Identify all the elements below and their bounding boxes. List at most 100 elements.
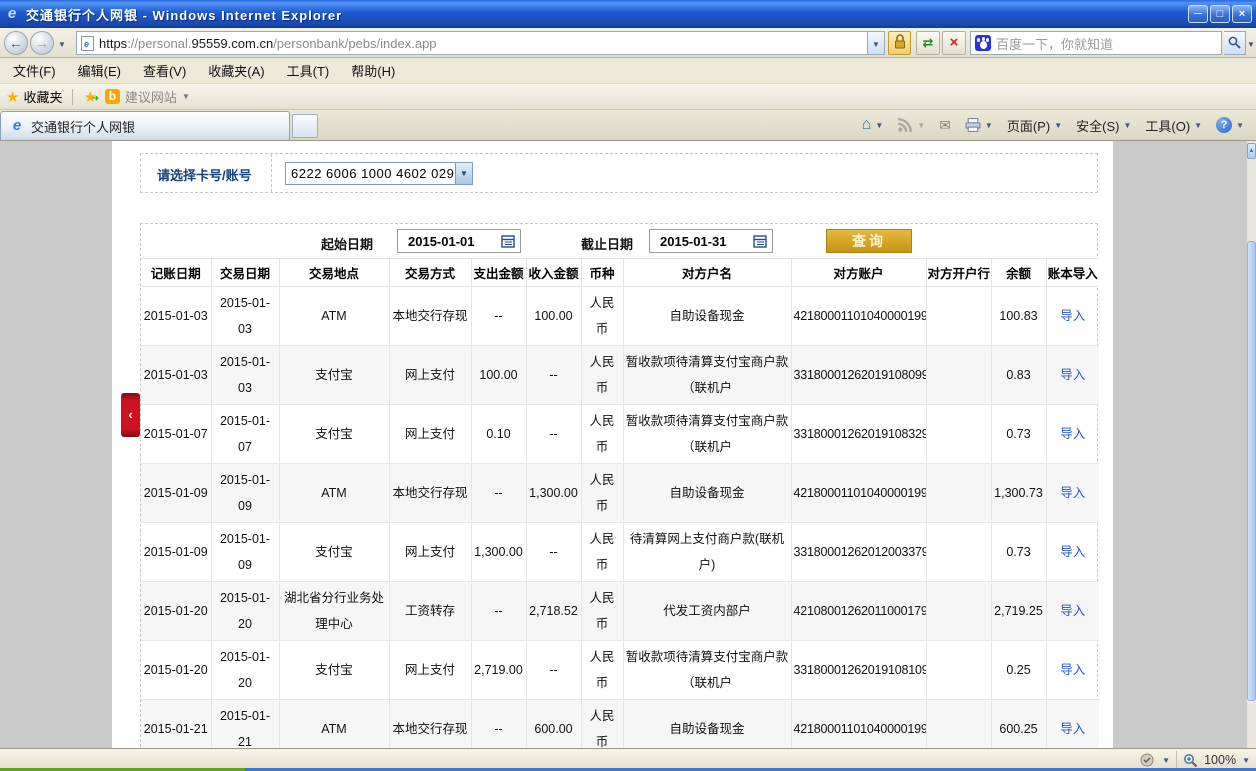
import-link[interactable]: 导入 xyxy=(1060,486,1085,500)
cell-payee: 暂收款项待清算支付宝商户款 （联机户 xyxy=(623,346,791,405)
cell-income: 100.00 xyxy=(526,287,581,346)
vertical-scrollbar[interactable]: ▲ xyxy=(1247,141,1256,749)
cell-import[interactable]: 导入 xyxy=(1046,523,1099,582)
zone-dropdown-icon[interactable]: ▼ xyxy=(1162,756,1170,765)
cell-balance: 0.73 xyxy=(991,405,1046,464)
cell-expense: 0.10 xyxy=(471,405,526,464)
sidebar-collapse-handle[interactable]: ‹ xyxy=(121,393,140,437)
suggested-sites-dropdown-icon[interactable]: ▼ xyxy=(182,92,190,101)
cell-income: -- xyxy=(526,641,581,700)
cell-method: 网上支付 xyxy=(389,405,471,464)
feeds-button[interactable]: ▼ xyxy=(893,115,929,135)
start-date-label: 起始日期 xyxy=(321,234,373,253)
cell-income: -- xyxy=(526,346,581,405)
calendar-icon[interactable] xyxy=(501,234,515,248)
search-button[interactable] xyxy=(1224,31,1246,55)
url-path: /personbank/pebs/index.app xyxy=(273,36,436,51)
menu-bar: 文件(F)编辑(E)查看(V)收藏夹(A)工具(T)帮助(H) xyxy=(0,58,1256,84)
url-dropdown-icon[interactable]: ▼ xyxy=(868,31,885,55)
command-bar: ⌂▼ ▼ ✉ ▼ 页面(P)▼ 安全(S)▼ 工具(O)▼ ?▼ xyxy=(858,113,1248,137)
page-icon: e xyxy=(81,36,94,51)
cell-place: 支付宝 xyxy=(279,405,389,464)
cell-account: 331800012620120033799 xyxy=(791,523,926,582)
cell-currency: 人民币 xyxy=(581,287,623,346)
ssl-lock-icon[interactable] xyxy=(888,31,911,55)
status-right-cluster: ▼ 100% ▼ xyxy=(1140,751,1250,769)
ie-app-icon: e xyxy=(4,6,20,22)
tab-favicon: e xyxy=(9,118,25,134)
cell-trade-date: 2015-01-09 xyxy=(211,523,279,582)
cell-import[interactable]: 导入 xyxy=(1046,464,1099,523)
tools-menu[interactable]: 工具(O)▼ xyxy=(1141,114,1206,137)
calendar-icon[interactable] xyxy=(753,234,767,248)
security-menu[interactable]: 安全(S)▼ xyxy=(1072,114,1135,137)
end-date-input[interactable]: 2015-01-31 xyxy=(649,229,773,253)
cell-trade-date: 2015-01-03 xyxy=(211,346,279,405)
query-button[interactable]: 查询 xyxy=(826,229,912,253)
tab-bank-personal[interactable]: e 交通银行个人网银 xyxy=(0,111,290,140)
menu-item[interactable]: 工具(T) xyxy=(276,58,341,83)
page-menu[interactable]: 页面(P)▼ xyxy=(1003,114,1066,137)
import-link[interactable]: 导入 xyxy=(1060,604,1085,618)
stop-button[interactable]: × xyxy=(942,31,966,55)
cell-balance: 1,300.73 xyxy=(991,464,1046,523)
zoom-level: 100% xyxy=(1204,753,1236,767)
cell-import[interactable]: 导入 xyxy=(1046,346,1099,405)
search-dropdown-icon[interactable]: ▼ xyxy=(1247,40,1255,49)
menu-item[interactable]: 收藏夹(A) xyxy=(197,58,275,83)
favorites-button[interactable]: 收藏夹 xyxy=(23,87,62,106)
search-placeholder: 百度一下，你就知道 xyxy=(996,34,1113,53)
cell-method: 网上支付 xyxy=(389,641,471,700)
import-link[interactable]: 导入 xyxy=(1060,309,1085,323)
cell-import[interactable]: 导入 xyxy=(1046,641,1099,700)
import-link[interactable]: 导入 xyxy=(1060,663,1085,677)
cell-import[interactable]: 导入 xyxy=(1046,287,1099,346)
zoom-dropdown-icon[interactable]: ▼ xyxy=(1242,756,1250,765)
minimize-button[interactable]: ─ xyxy=(1188,5,1208,23)
cell-import[interactable]: 导入 xyxy=(1046,582,1099,641)
menu-item[interactable]: 帮助(H) xyxy=(340,58,406,83)
cell-bank xyxy=(926,582,991,641)
history-dropdown-icon[interactable]: ▼ xyxy=(58,40,66,49)
help-menu[interactable]: ?▼ xyxy=(1212,115,1248,135)
forward-button[interactable]: → xyxy=(30,31,54,55)
home-button[interactable]: ⌂▼ xyxy=(858,116,888,134)
end-date-value: 2015-01-31 xyxy=(660,234,753,249)
maximize-button[interactable]: □ xyxy=(1210,5,1230,23)
account-number-select[interactable]: 6222 6006 1000 4602 029 ▼ xyxy=(285,162,473,185)
print-button[interactable]: ▼ xyxy=(961,115,997,135)
cell-account: 421080012620110001799 xyxy=(791,582,926,641)
cell-trade-date: 2015-01-09 xyxy=(211,464,279,523)
scrollbar-thumb[interactable] xyxy=(1247,241,1256,701)
table-header-row: 记账日期交易日期交易地点交易方式支出金额收入金额币种对方户名对方账户对方开户行余… xyxy=(141,259,1099,287)
zoom-icon[interactable] xyxy=(1183,753,1198,768)
browser-viewport: ‹ 请选择卡号/账号 6222 6006 1000 4602 029 ▼ 起始日… xyxy=(0,140,1256,748)
add-favorite-icon[interactable]: ★➜ xyxy=(83,88,96,106)
suggested-sites-button[interactable]: 建议网站 xyxy=(125,87,177,106)
url-field[interactable]: e https://personal.95559.com.cn/personba… xyxy=(76,31,868,55)
select-dropdown-icon[interactable]: ▼ xyxy=(455,163,472,184)
cell-record-date: 2015-01-20 xyxy=(141,641,211,700)
url-pre: ://personal. xyxy=(127,36,191,51)
import-link[interactable]: 导入 xyxy=(1060,368,1085,382)
start-date-input[interactable]: 2015-01-01 xyxy=(397,229,521,253)
cell-record-date: 2015-01-03 xyxy=(141,287,211,346)
read-mail-button[interactable]: ✉ xyxy=(935,115,955,136)
import-link[interactable]: 导入 xyxy=(1060,722,1085,736)
back-button[interactable]: ← xyxy=(4,31,28,55)
protected-mode-icon[interactable] xyxy=(1140,753,1156,767)
import-link[interactable]: 导入 xyxy=(1060,545,1085,559)
new-tab-button[interactable] xyxy=(292,114,318,138)
menu-item[interactable]: 编辑(E) xyxy=(67,58,132,83)
refresh-button[interactable]: ⇄ xyxy=(916,31,940,55)
menu-item[interactable]: 查看(V) xyxy=(132,58,197,83)
cell-expense: 1,300.00 xyxy=(471,523,526,582)
scroll-up-button[interactable]: ▲ xyxy=(1247,143,1256,159)
close-button[interactable]: × xyxy=(1232,5,1252,23)
search-box[interactable]: 百度一下，你就知道 xyxy=(970,31,1222,55)
import-link[interactable]: 导入 xyxy=(1060,427,1085,441)
cell-place: 支付宝 xyxy=(279,346,389,405)
menu-item[interactable]: 文件(F) xyxy=(2,58,67,83)
column-header: 对方户名 xyxy=(623,259,791,287)
cell-import[interactable]: 导入 xyxy=(1046,405,1099,464)
